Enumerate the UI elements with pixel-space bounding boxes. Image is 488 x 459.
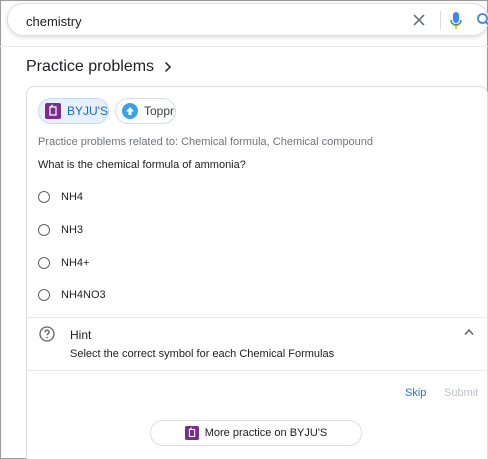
submit-button[interactable]: Submit [444,387,478,399]
source-chip-toppr[interactable]: Toppr [115,98,176,124]
section-title: Practice problems [26,58,155,75]
chevron-right-icon [165,61,172,73]
hint-title: Hint [70,328,92,342]
hint-divider [27,317,488,318]
answer-option[interactable]: NH4 [38,187,338,207]
more-practice-button[interactable]: More practice on BYJU'S [150,420,362,446]
radio-button[interactable] [38,224,50,236]
option-label: NH4NO3 [61,289,106,301]
header-divider [0,46,488,47]
skip-button[interactable]: Skip [405,387,426,399]
microphone-icon[interactable] [449,11,463,31]
source-chip-byjus[interactable]: BYJU'S [38,98,109,124]
search-icon[interactable] [476,12,488,28]
search-divider [440,11,441,30]
source-chip-label: BYJU'S [67,104,108,118]
byjus-logo-icon [45,103,61,119]
radio-button[interactable] [38,191,50,203]
question-text: What is the chemical formula of ammonia? [38,159,246,171]
radio-button[interactable] [38,289,50,301]
answer-option[interactable]: NH3 [38,220,338,240]
byjus-logo-icon [184,426,199,440]
practice-card: BYJU'S Toppr Practice problems related t… [26,86,488,459]
answer-option[interactable]: NH4+ [38,253,338,273]
chevron-up-icon[interactable] [464,328,474,336]
radio-button[interactable] [38,257,50,269]
source-chip-label: Toppr [144,104,175,118]
answer-option[interactable]: NH4NO3 [38,285,338,305]
hint-text: Select the correct symbol for each Chemi… [70,348,335,360]
toppr-logo-icon [122,103,138,119]
practice-problems-heading[interactable]: Practice problems [26,58,172,76]
search-bar [7,3,488,36]
clear-icon[interactable] [412,13,426,27]
option-label: NH3 [61,224,84,236]
search-input[interactable] [26,12,386,30]
option-label: NH4 [61,191,84,203]
more-practice-label: More practice on BYJU'S [204,427,328,439]
related-topics: Practice problems related to: Chemical f… [38,136,374,148]
actions-divider [27,370,488,371]
help-circle-icon [39,326,55,342]
option-label: NH4+ [61,257,90,269]
